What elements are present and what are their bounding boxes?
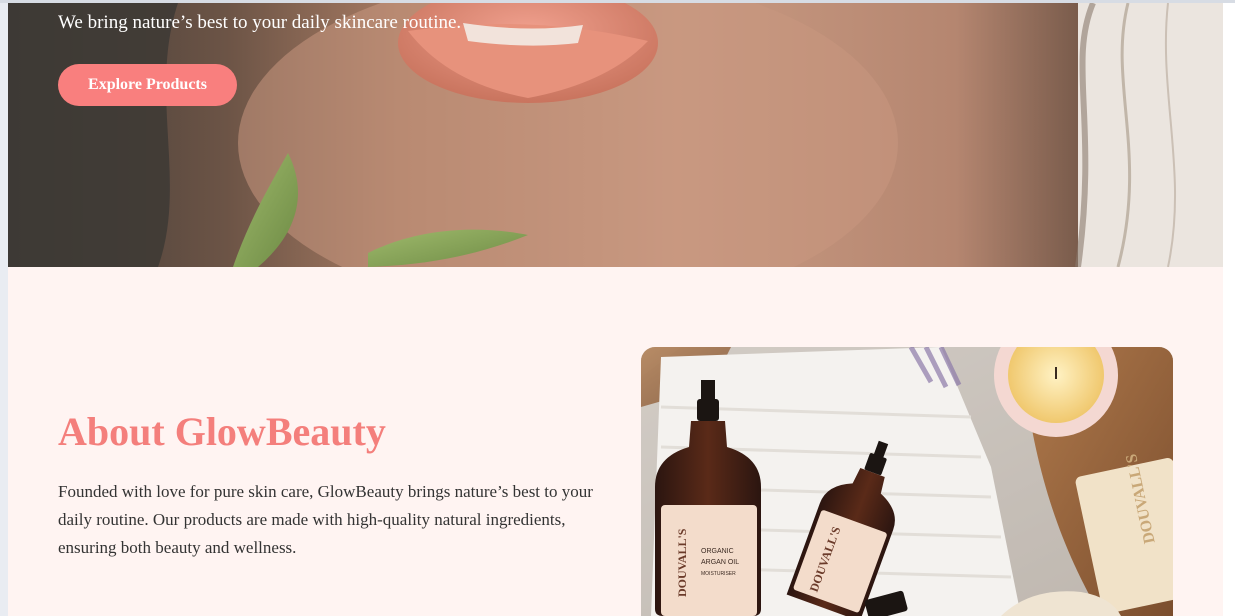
about-title: About GlowBeauty <box>58 409 386 454</box>
hero-background-image <box>8 3 1223 267</box>
page-right-edge <box>1223 3 1235 616</box>
hero-subtitle: We bring nature’s best to your daily ski… <box>58 12 462 33</box>
about-product-image: DOUVALL'S DOUVALL'S ORGANIC ARGAN OIL MO… <box>641 347 1173 616</box>
bottle-large-line3: MOISTURISER <box>701 571 736 577</box>
about-section: About GlowBeauty Founded with love for p… <box>8 267 1223 616</box>
bottle-large-line2: ARGAN OIL <box>701 559 739 566</box>
bottle-large-brand: DOUVALL'S <box>675 528 689 597</box>
explore-products-button[interactable]: Explore Products <box>58 64 237 106</box>
hero-section: We bring nature’s best to your daily ski… <box>8 3 1223 267</box>
page: We bring nature’s best to your daily ski… <box>0 0 1235 616</box>
bottle-large-line1: ORGANIC <box>701 548 734 555</box>
product-photo: DOUVALL'S DOUVALL'S ORGANIC ARGAN OIL MO… <box>641 347 1173 616</box>
about-description: Founded with love for pure skin care, Gl… <box>58 482 593 557</box>
